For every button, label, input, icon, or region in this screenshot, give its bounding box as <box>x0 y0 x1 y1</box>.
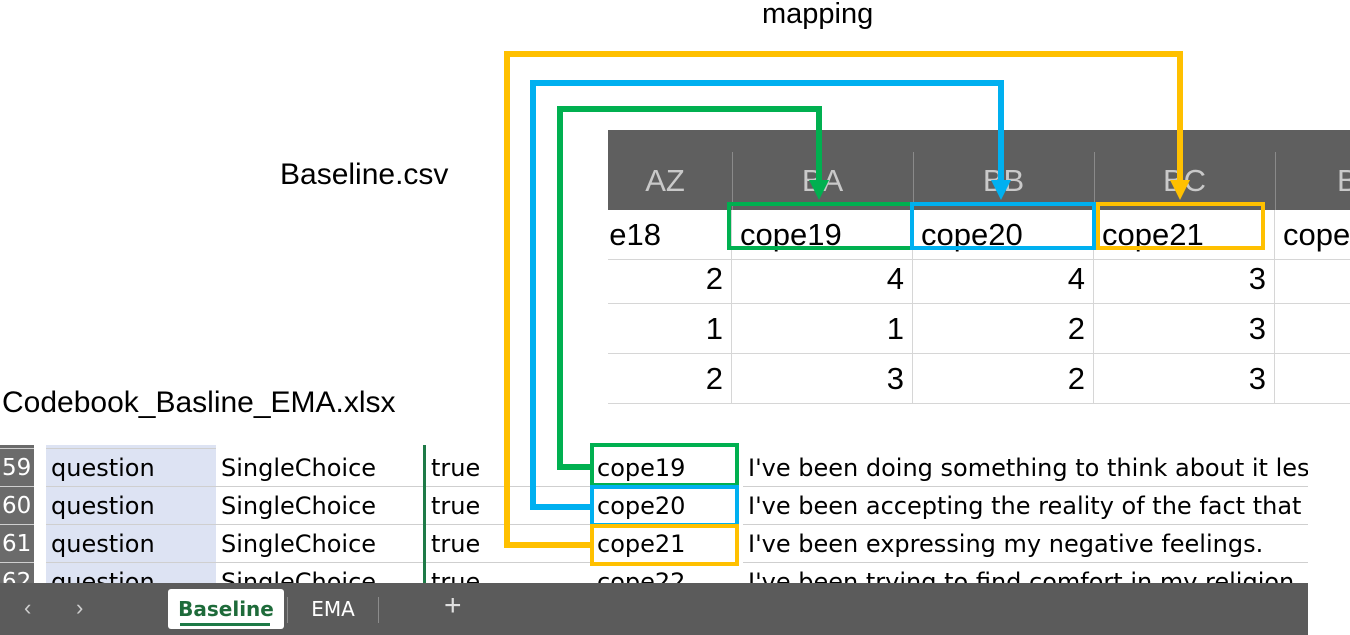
cope20-codebook-highlight <box>590 485 739 527</box>
cope19-csv-highlight <box>727 202 914 250</box>
cope21-csv-highlight <box>1096 202 1265 250</box>
mapping-connectors <box>504 51 1265 566</box>
cope21-mapping-arrow <box>504 51 1183 548</box>
cope20-arrowhead <box>991 180 1011 200</box>
cope20-csv-highlight <box>910 202 1096 250</box>
cope19-arrowhead <box>809 180 829 200</box>
cope19-mapping-arrow <box>557 106 822 470</box>
cope19-codebook-highlight <box>590 443 739 487</box>
cope21-codebook-highlight <box>590 524 739 566</box>
cope21-arrowhead <box>1170 180 1190 200</box>
